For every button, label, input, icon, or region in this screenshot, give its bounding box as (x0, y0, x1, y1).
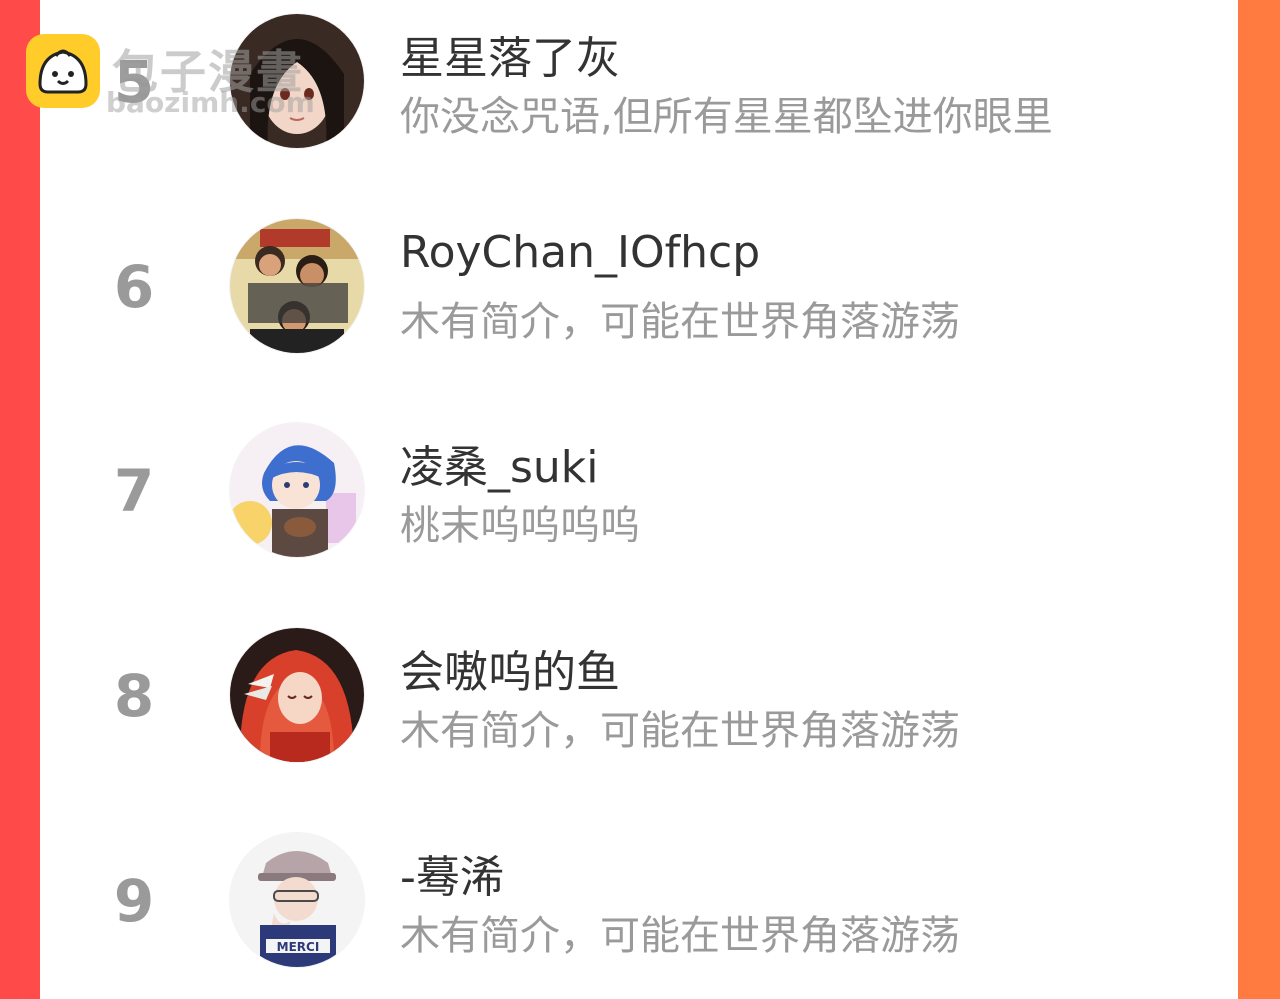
user-name[interactable]: 会嗷呜的鱼 (400, 636, 620, 700)
svg-text:MERCI: MERCI (277, 940, 320, 954)
avatar-red-hair-girl-icon[interactable] (230, 628, 364, 762)
ranking-row[interactable]: 8 会嗷呜的鱼 木有简介，可能在世界角落游荡 (40, 628, 1238, 768)
user-name[interactable]: -蓦浠 (400, 841, 504, 905)
user-bio: 桃末呜呜呜呜 (400, 503, 640, 549)
ranking-row[interactable]: 9 MERCI -蓦浠 木有简介，可能在世界角落游荡 (40, 833, 1238, 973)
rank-number: 7 (113, 457, 155, 525)
avatar-dark-hair-girl-icon[interactable] (230, 14, 364, 148)
avatar-group-photo-icon[interactable] (230, 219, 364, 353)
avatar-cap-boy-icon[interactable]: MERCI (230, 833, 364, 967)
user-name[interactable]: RoyChan_IOfhcp (400, 227, 760, 278)
rank-number: 6 (113, 253, 155, 321)
rank-number: 9 (113, 867, 155, 935)
user-bio: 你没念咒语,但所有星星都坠进你眼里 (400, 94, 1053, 140)
ranking-row[interactable]: 7 凌桑_suki 桃末呜呜呜呜 (40, 423, 1238, 563)
ranking-row[interactable]: 5 星星落了灰 你没念咒语,但所有星星都坠进你眼里 (40, 14, 1238, 154)
ranking-row[interactable]: 6 RoyChan_IOfhcp 木有简介，可能在世界角落游荡 (40, 219, 1238, 359)
rank-number: 8 (113, 662, 155, 730)
avatar-blue-hair-boy-icon[interactable] (230, 423, 364, 557)
user-name[interactable]: 凌桑_suki (400, 431, 599, 495)
rank-number: 5 (113, 48, 155, 116)
user-bio: 木有简介，可能在世界角落游荡 (400, 299, 960, 345)
user-bio: 木有简介，可能在世界角落游荡 (400, 913, 960, 959)
user-bio: 木有简介，可能在世界角落游荡 (400, 708, 960, 754)
user-name[interactable]: 星星落了灰 (400, 22, 620, 86)
ranking-panel: 5 星星落了灰 你没念咒语,但所有星星都坠进你眼里 6 RoyChan_IOfh… (40, 0, 1238, 999)
